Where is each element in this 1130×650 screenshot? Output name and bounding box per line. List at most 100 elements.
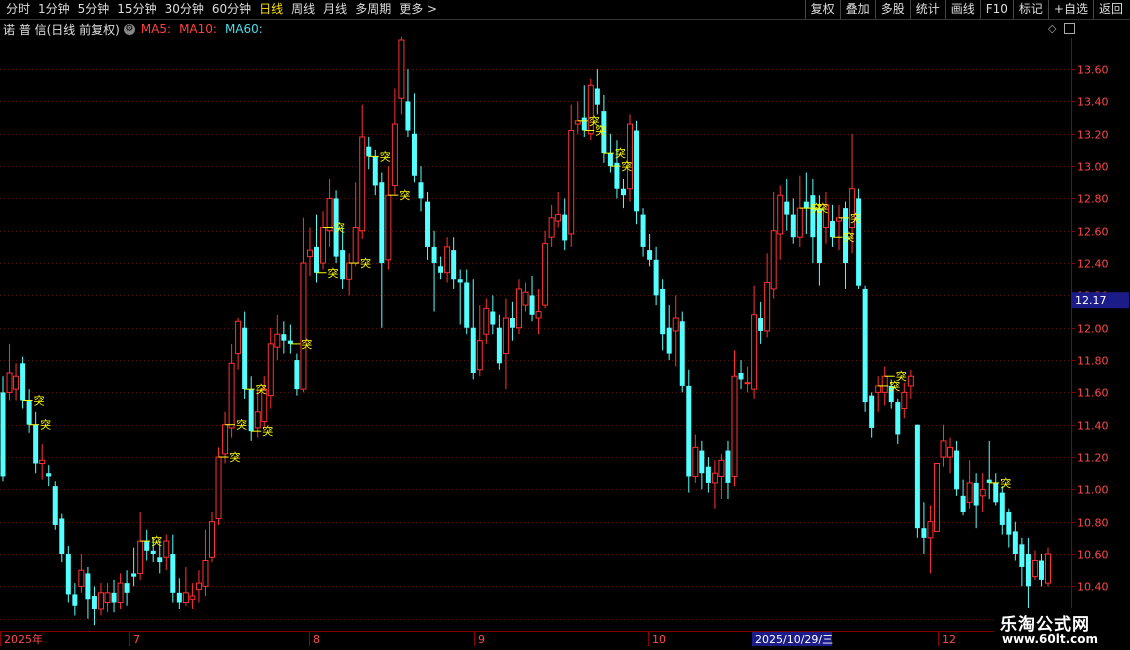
candle-body bbox=[758, 318, 764, 331]
signal-label: 突 bbox=[334, 221, 345, 235]
candle bbox=[555, 191, 562, 228]
candle bbox=[464, 269, 470, 335]
candle-body bbox=[111, 592, 117, 603]
candle-body bbox=[242, 327, 248, 390]
price-tick-label: 11.00 bbox=[1077, 484, 1109, 497]
candle bbox=[306, 227, 313, 276]
candle-body bbox=[248, 389, 254, 432]
candle bbox=[124, 570, 130, 606]
candlestick-chart[interactable]: 13.6013.4013.2013.0012.8012.6012.4012.20… bbox=[0, 0, 1130, 650]
candle-body bbox=[829, 221, 835, 238]
candle-body bbox=[653, 259, 659, 296]
candle-body bbox=[940, 440, 947, 458]
candle bbox=[770, 191, 777, 299]
candle-body bbox=[425, 201, 431, 247]
candle bbox=[425, 191, 431, 260]
candle-body bbox=[1019, 544, 1025, 567]
price-tick-label: 11.20 bbox=[1077, 452, 1109, 465]
price-tick-label: 12.40 bbox=[1077, 258, 1109, 271]
candle-body bbox=[509, 318, 515, 328]
candle-body bbox=[385, 194, 392, 261]
candle-body bbox=[104, 592, 111, 604]
candle bbox=[502, 298, 509, 390]
candle bbox=[705, 457, 711, 493]
candle bbox=[979, 473, 986, 512]
candle bbox=[405, 69, 411, 137]
candle bbox=[228, 343, 235, 438]
price-tick-label: 10.60 bbox=[1077, 549, 1109, 562]
candle bbox=[620, 179, 626, 209]
candle bbox=[1019, 537, 1025, 587]
candle-body bbox=[359, 136, 366, 232]
price-tick-label: 13.60 bbox=[1077, 64, 1109, 77]
signal-label: 突 bbox=[236, 418, 247, 432]
candle-body bbox=[679, 321, 685, 386]
candle-body bbox=[907, 375, 914, 387]
candle bbox=[862, 285, 868, 412]
candle-body bbox=[999, 492, 1005, 525]
current-price-label: 12.17 bbox=[1075, 294, 1107, 307]
candle-body bbox=[411, 133, 417, 176]
candle-body bbox=[91, 596, 97, 609]
candle-body bbox=[46, 473, 52, 477]
candle-body bbox=[562, 214, 568, 241]
candle bbox=[647, 233, 653, 267]
candle-body bbox=[711, 472, 718, 484]
candle bbox=[993, 473, 999, 506]
candle bbox=[679, 311, 685, 393]
candle bbox=[751, 285, 758, 399]
candle-body bbox=[784, 201, 790, 215]
signal-label: 突 bbox=[256, 382, 267, 396]
candle-body bbox=[869, 395, 875, 428]
candle bbox=[444, 237, 451, 283]
candle bbox=[940, 424, 947, 467]
candle bbox=[39, 444, 46, 480]
candle-body bbox=[476, 340, 483, 371]
candle-body bbox=[20, 363, 26, 401]
candle-body bbox=[431, 246, 437, 264]
candle bbox=[281, 321, 287, 354]
candle-body bbox=[699, 450, 705, 474]
candle-body bbox=[816, 208, 822, 264]
candle bbox=[522, 282, 529, 312]
candle bbox=[758, 301, 764, 344]
signal-label: 突 bbox=[1000, 476, 1011, 490]
candle bbox=[274, 314, 281, 361]
candle bbox=[170, 534, 176, 603]
candle bbox=[927, 505, 934, 574]
signal-label: 突 bbox=[151, 534, 162, 548]
candle bbox=[176, 578, 182, 609]
price-tick-label: 10.40 bbox=[1077, 581, 1109, 594]
candle-body bbox=[150, 550, 156, 555]
date-label: 8 bbox=[313, 633, 320, 646]
candle bbox=[594, 69, 600, 115]
candle-body bbox=[686, 385, 692, 477]
candle bbox=[529, 276, 535, 322]
candle-body bbox=[607, 153, 613, 167]
candle bbox=[653, 246, 659, 306]
candle-body bbox=[483, 307, 490, 335]
candle bbox=[568, 104, 575, 247]
candle bbox=[725, 440, 731, 500]
candle bbox=[267, 327, 274, 409]
candle-body bbox=[692, 446, 699, 477]
candle bbox=[97, 583, 104, 616]
candle-body bbox=[718, 459, 725, 477]
candle-body bbox=[1025, 554, 1031, 587]
candle-body bbox=[267, 343, 274, 397]
candle bbox=[914, 424, 920, 538]
candle-body bbox=[542, 243, 549, 306]
candle-body bbox=[464, 282, 470, 328]
candle-body bbox=[418, 182, 424, 199]
candle bbox=[1045, 547, 1051, 587]
candle-body bbox=[881, 375, 888, 393]
candle-body bbox=[26, 400, 32, 425]
signal-label: 突 bbox=[850, 211, 861, 225]
candle-body bbox=[862, 288, 868, 403]
candle bbox=[431, 230, 437, 312]
candle-body bbox=[535, 311, 542, 319]
price-tick-label: 12.60 bbox=[1077, 226, 1109, 239]
candle bbox=[438, 256, 444, 280]
price-tick-label: 11.40 bbox=[1077, 420, 1109, 433]
candle-body bbox=[65, 554, 71, 595]
